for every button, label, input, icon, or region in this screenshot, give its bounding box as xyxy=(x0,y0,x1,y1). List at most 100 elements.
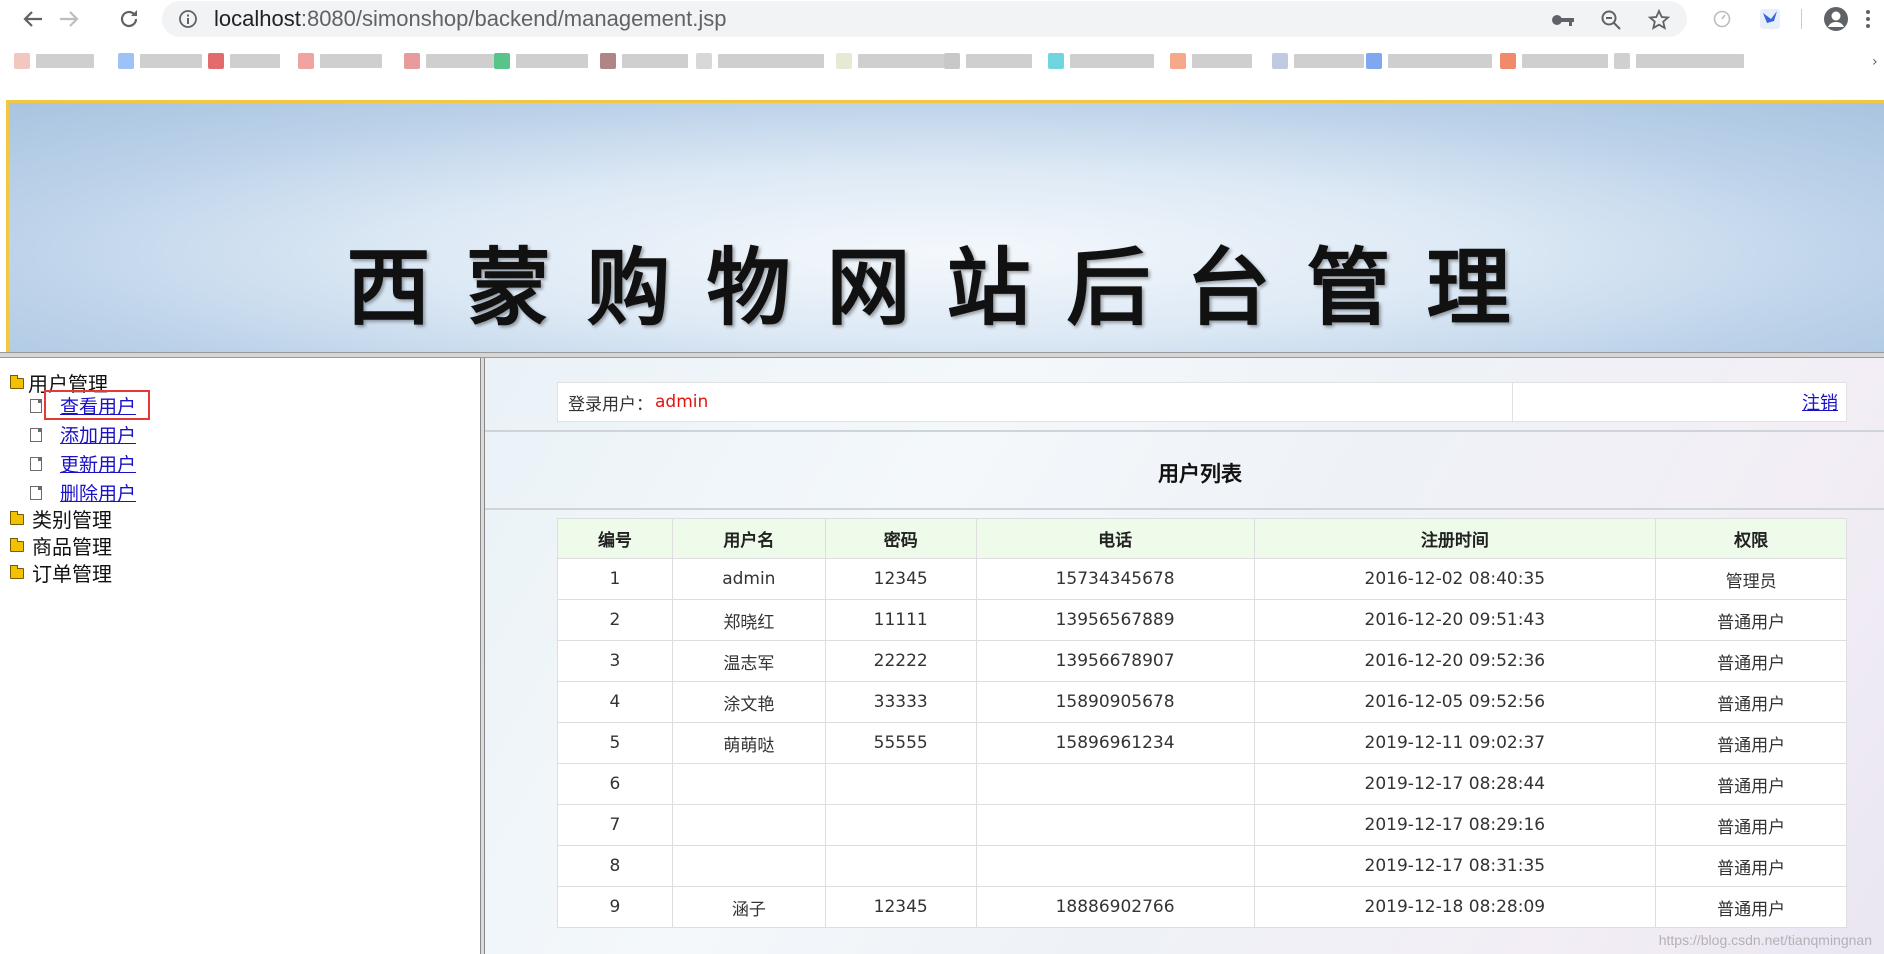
profile-icon[interactable] xyxy=(1822,5,1850,33)
tree-item-link[interactable]: 添加用户 xyxy=(60,421,136,448)
cell-phone: 13956678907 xyxy=(975,640,1255,682)
cell-register-time: 2019-12-17 08:31:35 xyxy=(1253,845,1657,887)
bookmarks-overflow-icon[interactable]: › xyxy=(1872,54,1878,70)
column-header-password: 密码 xyxy=(824,518,977,559)
star-icon[interactable] xyxy=(1646,7,1672,33)
cell-password: 12345 xyxy=(824,558,977,600)
speed-dial-icon[interactable] xyxy=(1708,5,1736,33)
bookmark-item[interactable] xyxy=(600,50,688,72)
content-frame: 登录用户： admin 注销 用户列表 编号 用户名 密码 电话 注册时间 权限… xyxy=(485,358,1884,954)
cell-username xyxy=(671,763,826,805)
cell-id: 4 xyxy=(557,681,673,723)
logout-link[interactable]: 注销 xyxy=(1802,389,1838,415)
forward-icon[interactable] xyxy=(54,4,84,34)
table-row: 4 涂文艳 33333 15890905678 2016-12-05 09:52… xyxy=(557,681,1847,723)
cell-register-time: 2019-12-17 08:29:16 xyxy=(1253,804,1657,846)
watermark: https://blog.csdn.net/tianqmingnan xyxy=(1658,932,1872,948)
cell-register-time: 2016-12-20 09:51:43 xyxy=(1253,599,1657,641)
cell-username: admin xyxy=(671,558,826,600)
table-row: 8 2019-12-17 08:31:35 普通用户 xyxy=(557,845,1847,887)
management-page: 西蒙购物网站后台管理 用户管理 查看用户 添加用户 更新用户 删除用户 类别管理 xyxy=(0,96,1884,954)
tree-group-products[interactable]: 商品管理 xyxy=(10,531,112,560)
zoom-icon[interactable] xyxy=(1598,7,1624,33)
tree-group-orders[interactable]: 订单管理 xyxy=(10,558,112,587)
back-icon[interactable] xyxy=(18,4,48,34)
bookmark-item[interactable] xyxy=(208,50,280,72)
bookmark-item[interactable] xyxy=(1048,50,1154,72)
cell-permission: 普通用户 xyxy=(1655,845,1847,887)
table-row: 9 涵子 12345 18886902766 2019-12-18 08:28:… xyxy=(557,886,1847,928)
cell-id: 7 xyxy=(557,804,673,846)
menu-icon[interactable] xyxy=(1858,5,1878,33)
cell-password xyxy=(824,763,977,805)
cell-id: 3 xyxy=(557,640,673,682)
bookmark-item[interactable] xyxy=(1366,50,1492,72)
extension-bird-icon[interactable] xyxy=(1756,5,1784,33)
page-icon xyxy=(30,456,42,471)
bookmark-item[interactable] xyxy=(944,50,1032,72)
table-row: 7 2019-12-17 08:29:16 普通用户 xyxy=(557,804,1847,846)
cell-id: 9 xyxy=(557,886,673,928)
bookmark-item[interactable] xyxy=(14,50,94,72)
bookmark-item[interactable] xyxy=(1500,50,1608,72)
toolbar-divider xyxy=(1801,9,1802,29)
bookmark-item[interactable] xyxy=(494,50,588,72)
cell-password xyxy=(824,804,977,846)
folder-icon xyxy=(10,538,24,552)
tree-group-categories[interactable]: 类别管理 xyxy=(10,504,112,533)
cell-permission: 管理员 xyxy=(1655,558,1847,600)
cell-phone xyxy=(975,845,1255,887)
bookmark-item[interactable] xyxy=(118,50,202,72)
column-header-phone: 电话 xyxy=(975,518,1255,559)
table-row: 5 萌萌哒 55555 15896961234 2019-12-11 09:02… xyxy=(557,722,1847,764)
cell-id: 6 xyxy=(557,763,673,805)
site-info-icon[interactable] xyxy=(178,9,198,33)
cell-permission: 普通用户 xyxy=(1655,640,1847,682)
table-row: 6 2019-12-17 08:28:44 普通用户 xyxy=(557,763,1847,805)
site-title: 西蒙购物网站后台管理 xyxy=(346,238,1547,337)
column-header-username: 用户名 xyxy=(671,518,826,559)
login-label: 登录用户： xyxy=(568,394,653,415)
folder-icon xyxy=(10,375,24,389)
cell-phone xyxy=(975,804,1255,846)
cell-permission: 普通用户 xyxy=(1655,599,1847,641)
tree-group-label: 商品管理 xyxy=(32,535,112,559)
login-info: 登录用户： admin xyxy=(558,383,1513,421)
tree-item-update-user[interactable]: 更新用户 xyxy=(30,450,136,477)
cell-password: 11111 xyxy=(824,599,977,641)
logout-cell: 注销 xyxy=(1513,383,1846,421)
cell-username: 涵子 xyxy=(671,886,826,928)
bookmark-item[interactable] xyxy=(696,50,824,72)
bookmarks-bar: › xyxy=(0,40,1884,84)
folder-icon xyxy=(10,565,24,579)
tree-item-add-user[interactable]: 添加用户 xyxy=(30,421,136,448)
cell-permission: 普通用户 xyxy=(1655,763,1847,805)
cell-id: 5 xyxy=(557,722,673,764)
cell-id: 1 xyxy=(557,558,673,600)
reload-icon[interactable] xyxy=(114,4,144,34)
cell-id: 8 xyxy=(557,845,673,887)
tree-item-link[interactable]: 更新用户 xyxy=(60,450,136,477)
bookmark-item[interactable] xyxy=(1614,50,1744,72)
cell-phone: 15896961234 xyxy=(975,722,1255,764)
bookmark-item[interactable] xyxy=(1170,50,1252,72)
divider xyxy=(485,508,1884,510)
bookmark-item[interactable] xyxy=(404,50,494,72)
cell-permission: 普通用户 xyxy=(1655,681,1847,723)
bookmark-item[interactable] xyxy=(1272,50,1364,72)
bookmark-item[interactable] xyxy=(836,50,948,72)
bookmark-item[interactable] xyxy=(298,50,382,72)
table-row: 1 admin 12345 15734345678 2016-12-02 08:… xyxy=(557,558,1847,600)
cell-permission: 普通用户 xyxy=(1655,886,1847,928)
tree-item-delete-user[interactable]: 删除用户 xyxy=(30,479,136,506)
column-header-permission: 权限 xyxy=(1655,518,1847,559)
users-table: 编号 用户名 密码 电话 注册时间 权限 1 admin 12345 15734… xyxy=(557,518,1847,928)
cell-register-time: 2019-12-17 08:28:44 xyxy=(1253,763,1657,805)
tree-item-view-users[interactable]: 查看用户 xyxy=(30,392,136,419)
table-header-row: 编号 用户名 密码 电话 注册时间 权限 xyxy=(557,518,1847,559)
address-bar[interactable]: localhost:8080/simonshop/backend/managem… xyxy=(162,1,1687,37)
key-icon[interactable] xyxy=(1550,7,1576,33)
tree-item-link[interactable]: 删除用户 xyxy=(60,479,136,506)
tree-item-link[interactable]: 查看用户 xyxy=(60,392,136,419)
column-header-id: 编号 xyxy=(557,518,673,559)
